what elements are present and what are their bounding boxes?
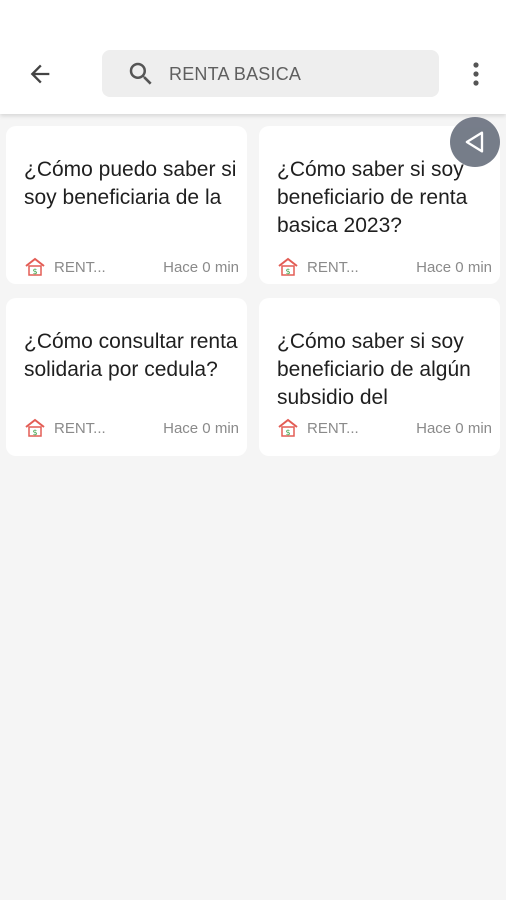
triangle-left-icon — [465, 131, 484, 153]
article-time: Hace 0 min — [163, 258, 239, 276]
house-logo-icon: $ — [278, 257, 298, 276]
overflow-menu-button[interactable] — [462, 56, 490, 92]
svg-text:$: $ — [285, 428, 290, 437]
house-logo-icon: $ — [25, 257, 45, 276]
house-logo-icon: $ — [25, 418, 45, 437]
article-title: ¿Cómo saber si soy beneficiario de renta… — [277, 158, 468, 237]
article-source: RENT... — [307, 419, 359, 437]
article-title: ¿Cómo consultar renta solidaria por cedu… — [24, 330, 238, 381]
article-card[interactable]: ¿Cómo puedo saber si soy beneficiaria de… — [6, 126, 247, 284]
article-title: ¿Cómo saber si soy beneficiario de algún… — [277, 330, 471, 409]
article-meta: $ RENT... Hace 0 min — [277, 256, 492, 278]
back-button[interactable] — [22, 56, 58, 92]
svg-text:$: $ — [32, 267, 37, 276]
search-query-text: RENTA BASICA — [169, 64, 302, 84]
search-icon — [129, 62, 152, 85]
article-card[interactable]: ¿Cómo saber si soy beneficiario de algún… — [259, 298, 500, 456]
article-source: RENT... — [307, 258, 359, 276]
house-logo-icon: $ — [278, 418, 298, 437]
svg-text:$: $ — [285, 267, 290, 276]
article-meta: $ RENT... Hace 0 min — [24, 417, 239, 439]
article-source: RENT... — [54, 419, 106, 437]
article-time: Hace 0 min — [416, 419, 492, 437]
article-time: Hace 0 min — [416, 258, 492, 276]
svg-text:$: $ — [32, 428, 37, 437]
arrow-left-icon — [30, 64, 50, 84]
article-title: ¿Cómo puedo saber si soy beneficiaria de… — [24, 158, 237, 209]
search-input[interactable]: RENTA BASICA — [102, 50, 439, 97]
top-app-bar: RENTA BASICA — [0, 0, 506, 114]
article-time: Hace 0 min — [163, 419, 239, 437]
article-meta: $ RENT... Hace 0 min — [277, 417, 492, 439]
more-vertical-icon — [473, 62, 479, 86]
article-card[interactable]: ¿Cómo consultar renta solidaria por cedu… — [6, 298, 247, 456]
article-source: RENT... — [54, 258, 106, 276]
floating-action-button[interactable] — [450, 117, 500, 167]
article-meta: $ RENT... Hace 0 min — [24, 256, 239, 278]
